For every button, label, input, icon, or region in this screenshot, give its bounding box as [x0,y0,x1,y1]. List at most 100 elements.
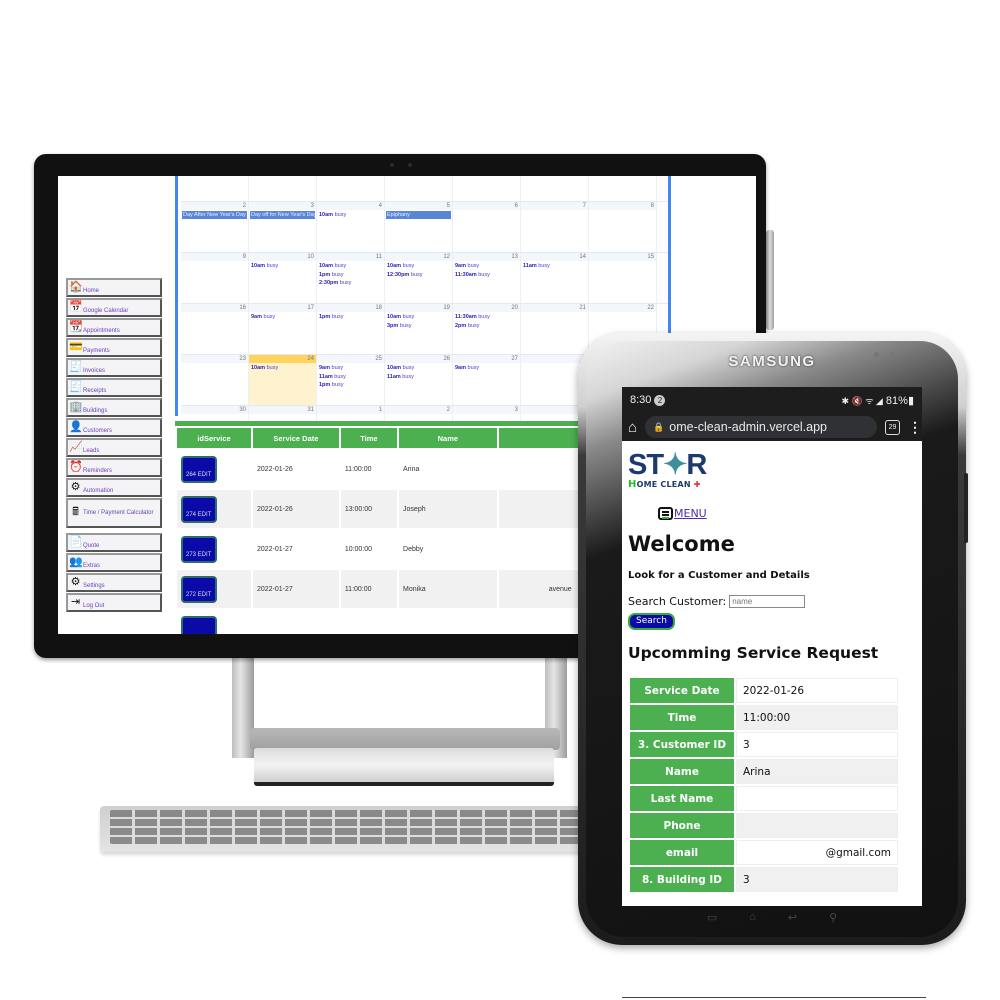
sidebar-item-payments[interactable]: 💳 Payments [66,338,162,357]
column-header[interactable]: Name [399,428,497,448]
sidebar-item-settings[interactable]: ⚙ Settings [66,573,162,592]
all-day-event[interactable]: Epiphany [386,211,451,219]
edit-service-button[interactable]: 264 EDIT [181,455,217,483]
calendar-day-cell[interactable]: 21 [521,304,589,355]
edit-service-button[interactable] [181,615,217,634]
calendar-event[interactable]: 3pm busy [387,323,411,329]
calendar-event[interactable]: 12:30pm busy [387,272,422,278]
edit-service-button[interactable]: 273 EDIT [181,535,217,563]
all-day-event[interactable]: Day off for New Year's Day [250,211,315,219]
calendar-day-cell[interactable]: 19 10am busy 3pm busy [385,304,453,355]
calendar-event[interactable]: 2:30pm busy [319,280,351,286]
all-day-event[interactable]: Day After New Year's Day [182,211,247,219]
calendar-event[interactable]: 9am busy [455,263,479,269]
calendar-day-cell[interactable]: 8 [589,202,657,253]
home-key-icon[interactable]: ⌂ [749,911,756,924]
calendar-day-cell[interactable]: 17 9am busy [249,304,317,355]
calendar-event[interactable]: 10am busy [387,365,414,371]
sidebar-item-reminders[interactable]: ⏰ Reminders [66,458,162,477]
calendar-event[interactable]: 2pm busy [455,323,479,329]
calendar-day-cell[interactable]: 27 9am busy [453,355,521,406]
calendar-event[interactable]: 1pm busy [319,382,343,388]
sidebar-item-customers[interactable]: 👤 Customers [66,418,162,437]
calendar-event[interactable]: 11:30am busy [455,314,490,320]
calendar-day-cell[interactable]: 7 [521,202,589,253]
calendar-day-cell[interactable]: 15 [589,253,657,304]
home-icon[interactable]: ⌂ [628,419,637,436]
calendar-event[interactable]: 11:30am busy [455,272,490,278]
sidebar-item-time-payment-calculator[interactable]: 🖩 Time / Payment Calculator [66,498,162,528]
calendar-event[interactable]: 10am busy [251,263,278,269]
calendar-day-cell[interactable] [181,176,249,203]
more-menu-icon[interactable]: ⋮ [908,419,922,436]
calendar-event[interactable]: 1pm busy [319,314,343,320]
calendar-day-cell[interactable] [453,176,521,203]
sidebar-item-automation[interactable]: ⚙ Automation [66,478,162,497]
calendar-day-cell[interactable]: 9 [181,253,249,304]
edit-service-button[interactable]: 274 EDIT [181,495,217,523]
calendar-event[interactable]: 9am busy [319,365,343,371]
search-customer-input[interactable] [729,595,806,608]
calendar-event[interactable]: 9am busy [251,314,275,320]
calendar-day-cell[interactable] [589,176,657,203]
calendar-day-cell[interactable]: 11:45am busy [521,176,589,203]
sidebar-item-receipts[interactable]: 🧾 Receipts [66,378,162,397]
calendar-event[interactable]: 1pm busy [319,272,343,278]
day-number: 3 [310,203,314,209]
calendar-day-cell[interactable]: 2 Day After New Year's Day [181,202,249,253]
day-header [521,202,588,210]
calendar-day-cell[interactable] [317,176,385,203]
recent-apps-key-icon[interactable]: ▭ [707,911,717,924]
sidebar-item-quote[interactable]: 📄 Quote [66,533,162,552]
sidebar-item-leads[interactable]: 📈 Leads [66,438,162,457]
calendar-day-cell[interactable]: 12 10am busy 12:30pm busy [385,253,453,304]
calendar-day-cell[interactable]: 18 1pm busy [317,304,385,355]
calendar-day-cell[interactable]: 5 Epiphany [385,202,453,253]
calendar-day-cell[interactable]: 25 9am busy 11am busy 1pm busy [317,355,385,406]
sidebar-item-extras[interactable]: 👥 Extras [66,553,162,572]
calendar-event[interactable]: 9am busy [455,365,479,371]
calendar-day-cell[interactable]: 6 [453,202,521,253]
address-bar[interactable]: 🔒 ome-clean-admin.vercel.app [645,416,877,438]
calendar-event[interactable]: 11am busy [387,374,414,380]
sidebar-item-invoices[interactable]: 🧾 Invoices [66,358,162,377]
calendar-event[interactable]: 11am busy [523,263,550,269]
column-header[interactable]: idService [177,428,251,448]
sidebar-item-appointments[interactable]: 📆 Appointments [66,318,162,337]
date-cell [252,610,339,634]
calendar-day-cell[interactable] [249,176,317,203]
side-button[interactable] [964,473,968,543]
calendar-event[interactable]: 10am busy [319,212,346,218]
column-header[interactable]: Time [340,428,398,448]
calendar-event[interactable]: 11am busy [319,374,346,380]
sidebar-item-home[interactable]: 🏠 Home [66,278,162,297]
calendar-day-cell[interactable]: 23 [181,355,249,406]
tab-switcher-button[interactable]: 29 [885,419,900,435]
menu-link[interactable]: MENU [658,507,916,520]
day-header [453,253,520,261]
calendar-event[interactable]: 10am busy [387,263,414,269]
back-key-icon[interactable]: ↩ [788,911,797,924]
calendar-day-cell[interactable]: 14 11am busy [521,253,589,304]
calendar-day-cell[interactable]: 3 Day off for New Year's Day [249,202,317,253]
edit-service-button[interactable]: 272 EDIT [181,575,217,603]
sidebar-item-google-calendar[interactable]: 📅 Google Calendar [66,298,162,317]
calendar-day-cell[interactable]: 24 10am busy [249,355,317,406]
calendar-day-cell[interactable]: 11 10am busy 1pm busy 2:30pm busy [317,253,385,304]
search-key-icon[interactable]: ⚲ [829,911,837,924]
search-button[interactable]: Search [628,613,675,630]
calendar-day-cell[interactable]: 4 10am busy [317,202,385,253]
calendar-day-cell[interactable] [385,176,453,203]
column-header[interactable]: Service Date [252,428,339,448]
calendar-day-cell[interactable]: 26 10am busy 11am busy [385,355,453,406]
calendar-day-cell[interactable]: 10 10am busy [249,253,317,304]
calendar-day-cell[interactable]: 20 11:30am busy 2pm busy [453,304,521,355]
sidebar-item-buildings[interactable]: 🏢 Buildings [66,398,162,417]
calendar-day-cell[interactable]: 13 9am busy 11:30am busy [453,253,521,304]
calendar-event[interactable]: 10am busy [319,263,346,269]
sidebar-item-log-out[interactable]: ⇥ Log Out [66,593,162,612]
calendar-day-cell[interactable]: 16 [181,304,249,355]
sensor-dot [890,352,895,357]
calendar-event[interactable]: 10am busy [251,365,278,371]
calendar-event[interactable]: 10am busy [387,314,414,320]
